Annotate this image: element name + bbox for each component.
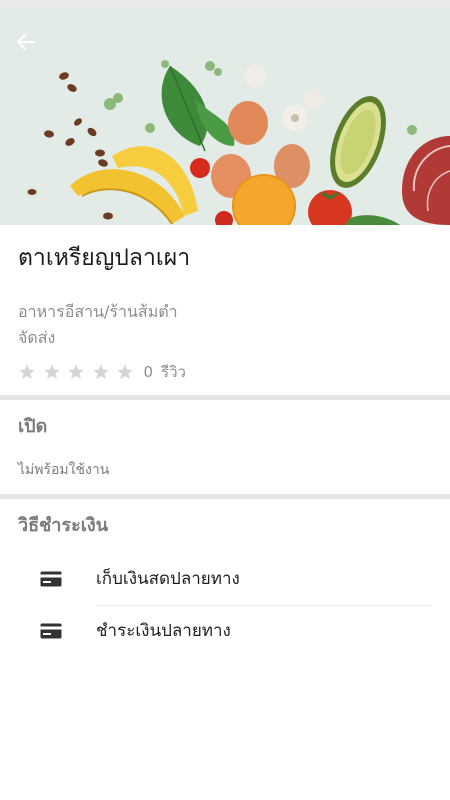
credit-card-icon xyxy=(40,620,62,642)
payment-method-cash-on-delivery[interactable]: เก็บเงินสดปลายทาง xyxy=(18,553,432,606)
shop-category: อาหารอีสาน/ร้านส้มตำ xyxy=(18,302,178,321)
payment-method-label: ชำระเงินปลายทาง xyxy=(96,621,231,641)
delivery-label: จัดส่ง xyxy=(18,328,56,347)
star-icon xyxy=(116,363,134,381)
star-icon xyxy=(18,363,36,381)
shop-info: ตาเหรียญปลาเผา อาหารอีสาน/ร้านส้มตำ จัดส… xyxy=(0,225,450,395)
star-icon xyxy=(43,363,61,381)
shop-name: ตาเหรียญปลาเผา xyxy=(18,245,191,271)
payment-methods-list: เก็บเงินสดปลายทาง ชำระเงินปลายทาง xyxy=(18,553,432,657)
review-label[interactable]: รีวิว xyxy=(161,360,186,384)
credit-card-icon xyxy=(40,568,62,590)
opening-status: ไม่พร้อมใช้งาน xyxy=(18,462,110,478)
review-count: 0 xyxy=(143,363,154,381)
payment-section: วิธีชำระเงิน เก็บเงินสดปลายทาง ชำระเงินป… xyxy=(0,499,450,671)
banner-photo xyxy=(0,6,450,225)
payment-method-label: เก็บเงินสดปลายทาง xyxy=(96,553,432,606)
arrow-left-icon xyxy=(16,33,36,51)
rating-row[interactable]: 0 รีวิว xyxy=(18,361,432,383)
opening-hours-section: เปิด ไม่พร้อมใช้งาน xyxy=(0,400,450,494)
star-icon xyxy=(67,363,85,381)
back-button[interactable] xyxy=(12,28,40,56)
payment-title: วิธีชำระเงิน xyxy=(18,515,108,536)
opening-hours-title: เปิด xyxy=(18,416,48,437)
shop-banner xyxy=(0,6,450,225)
payment-method-pay-on-delivery[interactable]: ชำระเงินปลายทาง xyxy=(18,605,432,657)
star-icon xyxy=(92,363,110,381)
